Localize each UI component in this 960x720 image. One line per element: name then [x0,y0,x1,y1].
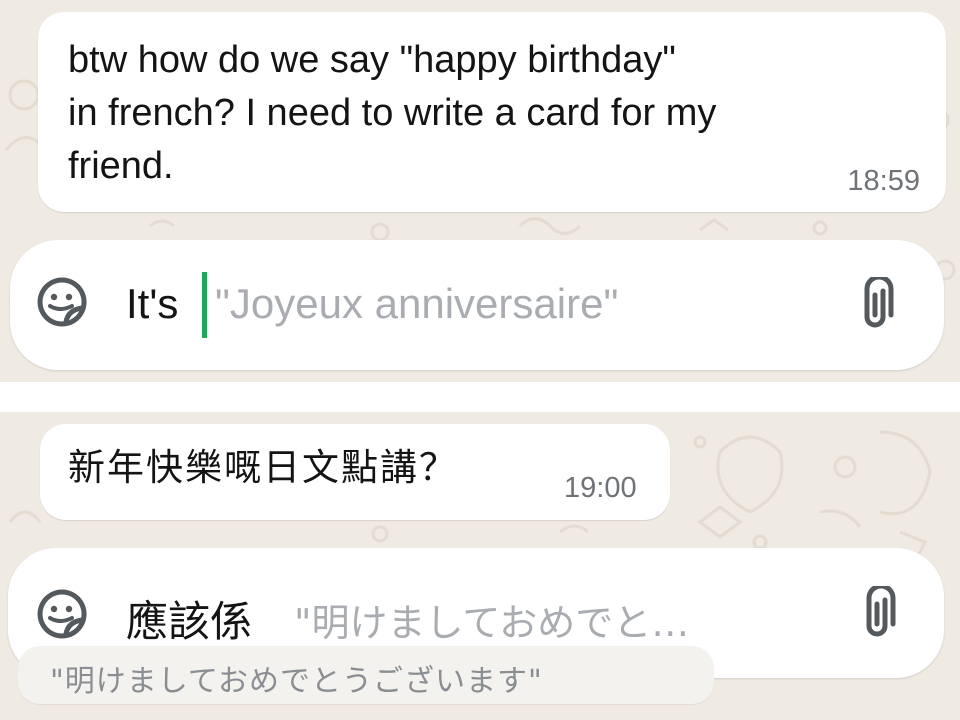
message-line: friend. [68,145,174,187]
message-composer[interactable]: It's "Joyeux anniversaire" [10,240,944,370]
paperclip-icon[interactable] [856,277,896,333]
paperclip-icon[interactable] [858,586,898,642]
message-line: btw how do we say "happy birthday" [68,39,676,81]
message-timestamp: 19:00 [564,472,637,504]
panel-divider [0,382,960,412]
message-bubble-incoming[interactable]: btw how do we say "happy birthday" in fr… [38,12,946,212]
composer-typed-text: 應該係 [126,597,253,646]
sticker-icon[interactable] [36,588,88,640]
message-bubble-incoming[interactable]: 新年快樂嘅日文點講？ 19:00 [40,424,670,520]
message-line: in french? I need to write a card for my [68,92,717,134]
message-text: 新年快樂嘅日文點講？ [68,446,458,489]
chat-panel-top: btw how do we say "happy birthday" in fr… [0,0,960,382]
message-timestamp: 18:59 [847,165,920,197]
composer-suggestion-text[interactable]: "Joyeux anniversaire" [215,280,618,328]
suggestion-text: "明けましておめでとうございます" [50,664,543,699]
message-text: btw how do we say "happy birthday" in fr… [68,34,888,193]
composer-suggestion-text[interactable]: "明けましておめでと… [294,592,689,647]
sticker-icon[interactable] [36,276,88,328]
autocomplete-suggestion-chip[interactable]: "明けましておめでとうございます" [18,646,714,704]
composer-typed-text: It's [126,280,179,327]
text-caret [202,272,207,338]
